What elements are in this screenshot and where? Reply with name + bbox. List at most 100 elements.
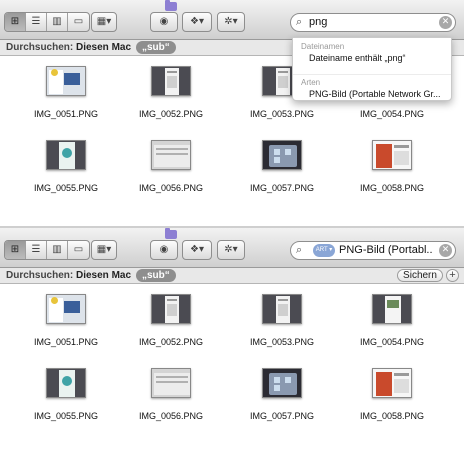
file-item[interactable]: IMG_0054.PNG — [342, 285, 442, 355]
thumbnail-detail — [51, 69, 58, 76]
file-name[interactable]: IMG_0056.PNG — [121, 183, 221, 193]
file-name[interactable]: IMG_0053.PNG — [232, 337, 332, 347]
search-field[interactable]: ⌕ png ✕ — [290, 13, 456, 32]
list-view-icon[interactable]: ☰ — [26, 241, 47, 259]
suggestion-kind-png[interactable]: PNG-Bild (Portable Network Gr... — [309, 89, 449, 99]
file-item[interactable]: IMG_0057.PNG — [232, 359, 332, 429]
dropbox-button[interactable]: ❖▾ — [182, 240, 212, 260]
file-item[interactable]: IMG_0051.PNG — [16, 57, 116, 127]
search-token-text[interactable]: PNG-Bild (Portabl... — [339, 244, 433, 256]
file-thumbnail[interactable] — [262, 140, 302, 170]
file-name[interactable]: IMG_0057.PNG — [232, 411, 332, 421]
thumbnail-detail — [156, 376, 188, 378]
add-criteria-button[interactable]: + — [446, 269, 459, 282]
kind-token[interactable]: ART ▾ — [313, 244, 335, 257]
search-query-text[interactable]: png — [309, 16, 327, 28]
thumbnail-detail — [394, 373, 409, 376]
file-thumbnail[interactable] — [151, 294, 191, 324]
finder-window-bottom: ⊞ ☰ ▥ ▭ ▦▾ ◉ ❖▾ ✲▾ ⌕ ART ▾ PNG-Bild (Por… — [0, 228, 464, 452]
thumbnail-detail — [64, 73, 80, 85]
action-gear-button[interactable]: ✲▾ — [217, 12, 245, 32]
file-name[interactable]: IMG_0054.PNG — [342, 337, 442, 347]
file-item[interactable]: IMG_0055.PNG — [16, 359, 116, 429]
thumbnail-detail — [278, 304, 288, 316]
file-thumbnail[interactable] — [46, 66, 86, 96]
file-name[interactable]: IMG_0056.PNG — [121, 411, 221, 421]
file-thumbnail[interactable] — [372, 368, 412, 398]
arrange-button[interactable]: ▦▾ — [91, 240, 117, 260]
file-name[interactable]: IMG_0053.PNG — [232, 109, 332, 119]
icon-view-icon[interactable]: ⊞ — [5, 241, 26, 259]
file-item[interactable]: IMG_0051.PNG — [16, 285, 116, 355]
file-thumbnail[interactable] — [46, 368, 86, 398]
arrange-button[interactable]: ▦▾ — [91, 12, 117, 32]
thumbnail-detail — [394, 151, 409, 165]
quicklook-button[interactable]: ◉ — [150, 12, 178, 32]
file-item[interactable]: IMG_0057.PNG — [232, 131, 332, 201]
file-thumbnail[interactable] — [372, 294, 412, 324]
file-name[interactable]: IMG_0054.PNG — [342, 109, 442, 119]
file-name[interactable]: IMG_0051.PNG — [16, 337, 116, 347]
file-item[interactable]: IMG_0056.PNG — [121, 131, 221, 201]
coverflow-view-icon[interactable]: ▭ — [68, 241, 89, 259]
file-name[interactable]: IMG_0058.PNG — [342, 411, 442, 421]
file-thumbnail[interactable] — [372, 140, 412, 170]
thumbnail-detail — [274, 157, 280, 163]
file-item[interactable]: IMG_0058.PNG — [342, 131, 442, 201]
scope-this-mac[interactable]: Diesen Mac — [76, 42, 131, 53]
file-item[interactable]: IMG_0055.PNG — [16, 131, 116, 201]
thumbnail-detail — [274, 149, 280, 155]
file-thumbnail[interactable] — [46, 294, 86, 324]
file-name[interactable]: IMG_0052.PNG — [121, 109, 221, 119]
thumbnail-detail — [274, 385, 280, 391]
scope-label: Durchsuchen: — [6, 270, 74, 281]
file-thumbnail[interactable] — [46, 140, 86, 170]
scope-this-mac[interactable]: Diesen Mac — [76, 270, 131, 281]
scope-sub-folder[interactable]: „sub“ — [136, 269, 176, 282]
file-item[interactable]: IMG_0052.PNG — [121, 57, 221, 127]
file-thumbnail[interactable] — [262, 368, 302, 398]
thumbnail-detail — [51, 297, 58, 304]
column-view-icon[interactable]: ▥ — [47, 241, 68, 259]
search-icon: ⌕ — [296, 243, 303, 256]
thumbnail-detail — [167, 71, 177, 73]
dropbox-button[interactable]: ❖▾ — [182, 12, 212, 32]
suggestion-filename-contains[interactable]: Dateiname enthält „png“ — [309, 53, 449, 63]
clear-search-icon[interactable]: ✕ — [439, 244, 452, 257]
thumbnail-detail — [64, 301, 80, 313]
scope-sub-folder[interactable]: „sub“ — [136, 41, 176, 54]
file-name[interactable]: IMG_0052.PNG — [121, 337, 221, 347]
file-name[interactable]: IMG_0055.PNG — [16, 411, 116, 421]
file-thumbnail[interactable] — [262, 294, 302, 324]
clear-search-icon[interactable]: ✕ — [439, 16, 452, 29]
thumbnail-detail — [274, 377, 280, 383]
file-thumbnail[interactable] — [151, 66, 191, 96]
file-item[interactable]: IMG_0056.PNG — [121, 359, 221, 429]
thumbnail-detail — [376, 144, 392, 168]
thumbnail-detail — [167, 304, 177, 316]
file-name[interactable]: IMG_0051.PNG — [16, 109, 116, 119]
file-thumbnail[interactable] — [151, 140, 191, 170]
file-item[interactable]: IMG_0052.PNG — [121, 285, 221, 355]
search-icon: ⌕ — [296, 15, 303, 28]
file-thumbnail[interactable] — [151, 368, 191, 398]
thumbnail-detail — [62, 148, 72, 158]
suggestion-section-header: Arten — [301, 78, 321, 87]
icon-view-icon[interactable]: ⊞ — [5, 13, 26, 31]
list-view-icon[interactable]: ☰ — [26, 13, 47, 31]
save-search-button[interactable]: Sichern — [397, 269, 443, 282]
thumbnail-detail — [278, 71, 288, 73]
coverflow-view-icon[interactable]: ▭ — [68, 13, 89, 31]
search-field[interactable]: ⌕ ART ▾ PNG-Bild (Portabl... ✕ — [290, 241, 456, 260]
toolbar: ⊞ ☰ ▥ ▭ ▦▾ ◉ ❖▾ ✲▾ ⌕ ART ▾ PNG-Bild (Por… — [0, 228, 464, 268]
action-gear-button[interactable]: ✲▾ — [217, 240, 245, 260]
file-item[interactable]: IMG_0053.PNG — [232, 285, 332, 355]
file-name[interactable]: IMG_0057.PNG — [232, 183, 332, 193]
quicklook-button[interactable]: ◉ — [150, 240, 178, 260]
file-item[interactable]: IMG_0058.PNG — [342, 359, 442, 429]
file-name[interactable]: IMG_0055.PNG — [16, 183, 116, 193]
thumbnail-detail — [285, 149, 291, 155]
file-name[interactable]: IMG_0058.PNG — [342, 183, 442, 193]
column-view-icon[interactable]: ▥ — [47, 13, 68, 31]
thumbnail-detail — [278, 299, 288, 301]
